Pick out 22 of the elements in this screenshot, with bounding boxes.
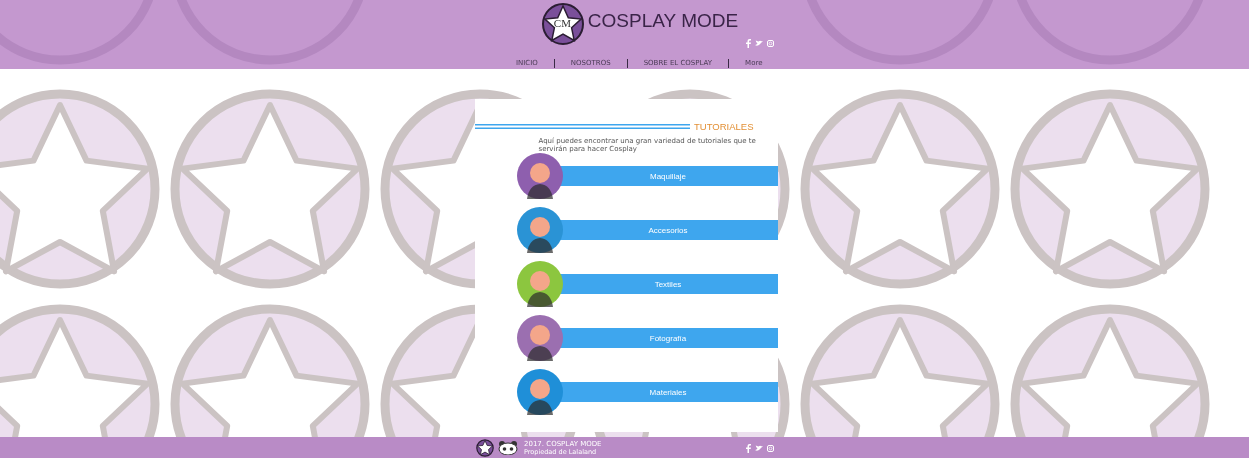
camera-icon[interactable] bbox=[767, 445, 774, 452]
character-avatar-icon bbox=[516, 315, 563, 361]
camera-icon[interactable] bbox=[767, 40, 774, 47]
panda-face-icon bbox=[498, 440, 518, 455]
tutorial-button[interactable]: Maquillaje bbox=[558, 166, 778, 186]
tutorial-button[interactable]: Fotografía bbox=[558, 328, 778, 348]
bird-icon[interactable] bbox=[755, 40, 763, 47]
star-logo-icon bbox=[540, 2, 585, 46]
brand-name: COSPLAY MODE bbox=[587, 10, 739, 32]
logo-monogram: CM bbox=[553, 17, 571, 29]
character-avatar-icon bbox=[516, 153, 563, 199]
character-avatar-icon bbox=[516, 207, 563, 253]
tutorial-button[interactable]: Textiles bbox=[558, 274, 778, 294]
tutorial-button[interactable]: Accesorios bbox=[558, 220, 778, 240]
tutorial-button[interactable]: Materiales bbox=[558, 382, 778, 402]
facebook-icon[interactable] bbox=[746, 444, 751, 453]
section-title: TUTORIALES bbox=[694, 121, 755, 132]
bird-icon[interactable] bbox=[755, 445, 763, 452]
character-avatar-icon bbox=[516, 261, 563, 307]
star-logo-icon bbox=[476, 438, 494, 457]
facebook-icon[interactable] bbox=[746, 39, 751, 48]
character-avatar-icon bbox=[516, 369, 563, 415]
